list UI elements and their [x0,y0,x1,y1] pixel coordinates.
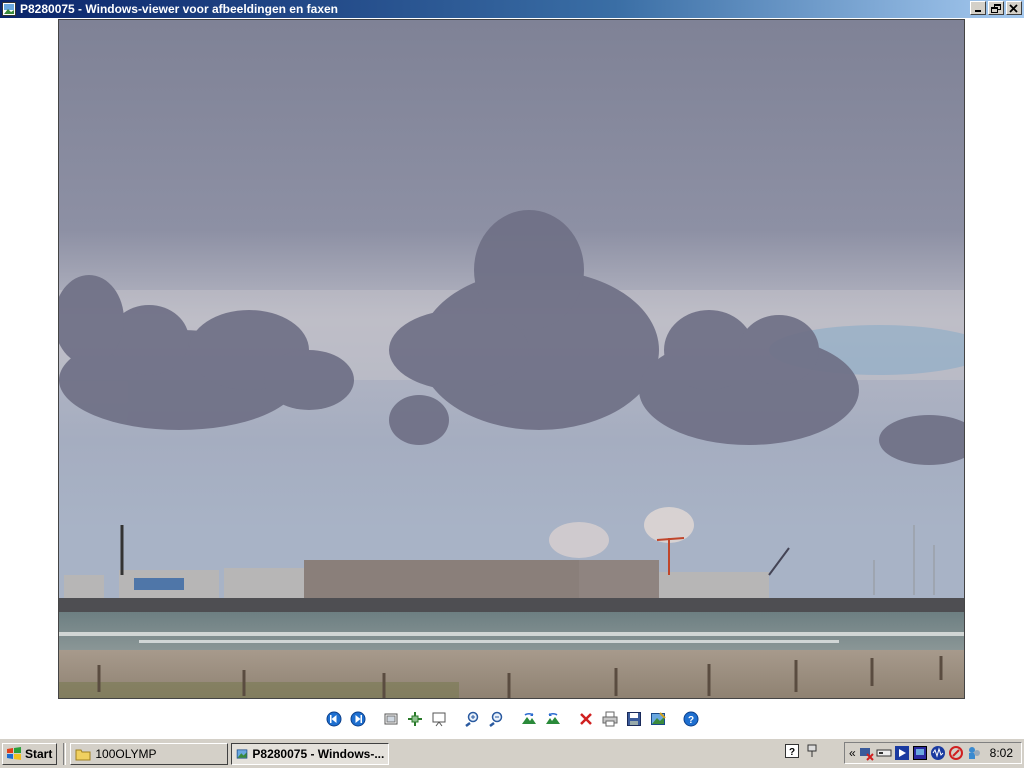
usb-device-icon[interactable] [876,745,892,761]
image-viewer-icon [2,2,16,16]
edit-icon [650,712,666,725]
antivirus-icon[interactable] [948,745,964,761]
monitor-icon[interactable] [912,745,928,761]
restore-icon [991,4,1001,13]
network-connection-icon[interactable] [804,743,820,764]
zoom-in-button[interactable] [461,709,483,729]
taskbar: Start 100OLYMP P8280075 - Windows-... ? … [0,738,1024,768]
tray-expand-button[interactable]: « [849,746,856,760]
rotate-clockwise-button[interactable] [518,709,540,729]
next-icon [350,711,365,727]
print-button[interactable] [599,709,621,729]
network-error-icon[interactable] [858,745,874,761]
taskbar-item-label: 100OLYMP [95,746,157,761]
svg-text:?: ? [789,747,795,758]
photo-landscape-icon [59,20,964,698]
delete-icon [579,713,592,725]
save-button[interactable] [623,709,645,729]
audio-icon[interactable] [930,745,946,761]
window-titlebar[interactable]: P8280075 - Windows-viewer voor afbeeldin… [0,0,1024,18]
start-label: Start [25,746,53,761]
slideshow-button[interactable] [428,709,450,729]
best-fit-button[interactable] [380,709,402,729]
previous-image-button[interactable] [323,709,345,729]
photo-display[interactable] [58,19,965,699]
quick-launch: ? [784,742,820,764]
messenger-icon[interactable] [966,745,982,761]
best-fit-icon [384,713,397,725]
zoom-in-icon [464,711,478,727]
prev-icon [326,711,341,727]
help-center-icon[interactable]: ? [784,743,800,764]
rotate-cw-icon [521,713,536,724]
taskbar-item-folder[interactable]: 100OLYMP [70,742,229,765]
svg-text:?: ? [687,715,693,726]
rotate-counterclockwise-button[interactable] [542,709,564,729]
actual-size-icon [407,712,422,726]
window-title: P8280075 - Windows-viewer voor afbeeldin… [20,2,338,16]
clock[interactable]: 8:02 [990,746,1013,760]
zoom-out-icon [488,711,502,727]
help-button[interactable]: ? [680,709,702,729]
delete-button[interactable] [575,709,597,729]
zoom-out-button[interactable] [485,709,507,729]
print-icon [602,711,617,727]
taskbar-item-label: P8280075 - Windows-... [252,746,385,761]
help-icon: ? [683,711,698,727]
image-viewer-icon [237,748,248,759]
taskbar-item-image-viewer[interactable]: P8280075 - Windows-... [231,742,390,765]
edit-button[interactable] [647,709,669,729]
next-image-button[interactable] [347,709,369,729]
folder-icon [75,749,91,760]
close-button[interactable] [1006,1,1022,15]
rotate-ccw-icon [545,713,560,724]
image-viewer-area: ? [0,18,1024,738]
restore-button[interactable] [988,1,1004,15]
viewer-toolbar: ? [0,708,1024,730]
media-player-icon[interactable] [894,745,910,761]
save-icon [626,712,641,726]
minimize-icon [975,10,981,12]
actual-size-button[interactable] [404,709,426,729]
windows-logo-icon [7,746,21,760]
system-tray: « 8:02 [843,742,1022,764]
close-icon [1009,4,1018,13]
slideshow-icon [432,712,445,727]
minimize-button[interactable] [970,1,986,15]
start-button[interactable]: Start [2,742,58,765]
